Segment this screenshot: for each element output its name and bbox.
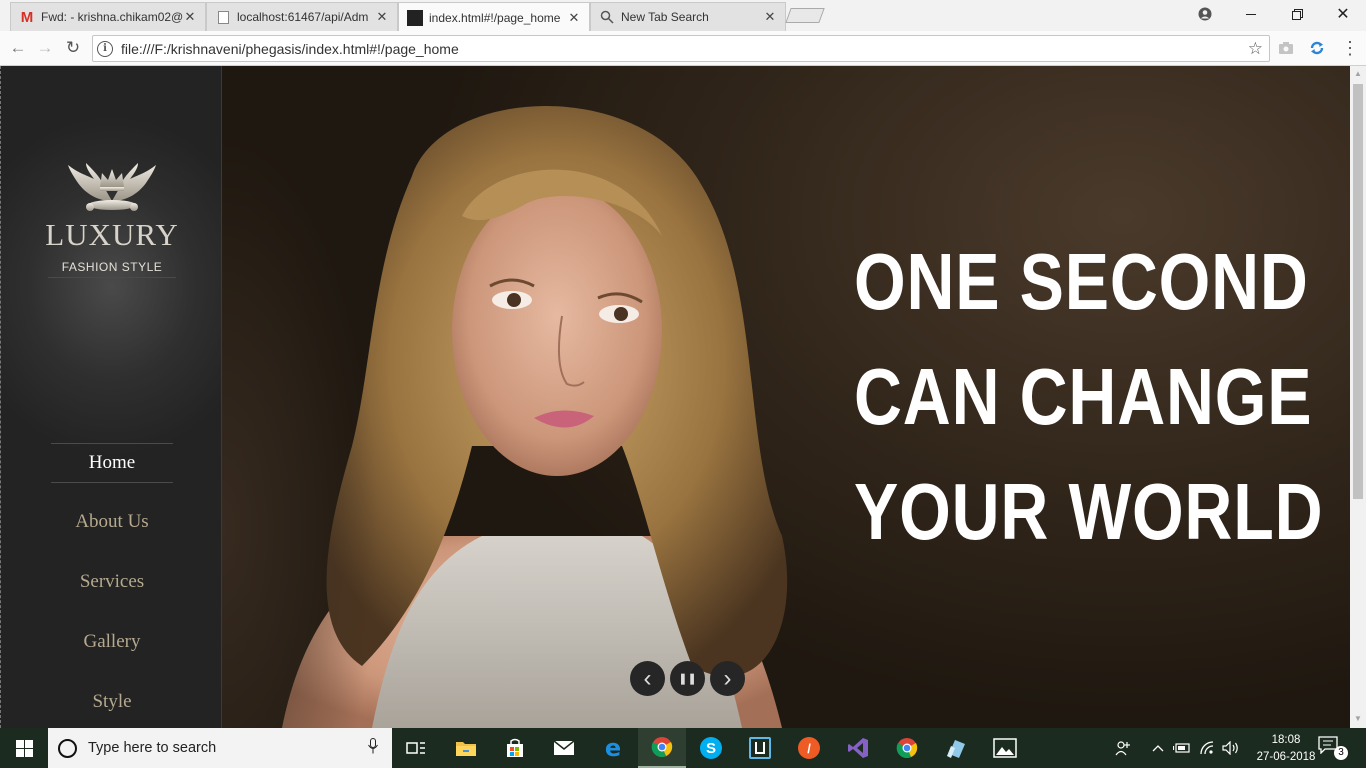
browser-tab-strip: M Fwd: - krishna.chikam02@ ✕ localhost:6…: [0, 0, 1366, 32]
page-icon: [215, 9, 231, 25]
browser-tab-gmail[interactable]: M Fwd: - krishna.chikam02@ ✕: [10, 2, 206, 31]
forward-icon[interactable]: →: [34, 37, 56, 59]
crown-crest-icon: [68, 163, 156, 211]
visual-studio-icon[interactable]: [834, 728, 882, 768]
clock-time: 18:08: [1271, 734, 1301, 746]
main-nav: Home About Us Services Gallery Style: [1, 443, 223, 728]
tab-close-icon[interactable]: ✕: [375, 9, 389, 25]
site-logo[interactable]: LUXURY FASHION STYLE: [1, 161, 223, 278]
nav-item-gallery[interactable]: Gallery: [1, 623, 223, 683]
web-page: LUXURY FASHION STYLE Home About Us Servi…: [0, 66, 1366, 728]
tab-close-icon[interactable]: ✕: [763, 9, 777, 25]
site-sidebar: LUXURY FASHION STYLE Home About Us Servi…: [0, 66, 222, 728]
people-icon[interactable]: [1110, 728, 1136, 768]
action-center-button[interactable]: 3: [1318, 736, 1348, 760]
tab-title: index.html#!/page_home: [429, 10, 561, 25]
hero-headline: ONE SECOND CAN CHANGE YOUR WORLD: [854, 224, 1350, 569]
windows-taskbar: Type here to search e S / 18:08 27-06-20…: [0, 728, 1366, 768]
hero-headline-line: YOUR WORLD: [854, 467, 1324, 556]
slider-next-button[interactable]: ›: [710, 661, 745, 696]
bookmark-star-icon[interactable]: ☆: [1248, 39, 1263, 59]
info-icon[interactable]: i: [97, 40, 113, 57]
logo-brand: LUXURY: [45, 217, 179, 252]
remote-desktop-icon[interactable]: [736, 728, 784, 768]
browser-tab-new-tab-search[interactable]: New Tab Search ✕: [590, 2, 786, 31]
windows-logo-icon: [15, 739, 33, 757]
slider-controls: ‹ ❚❚ ›: [630, 661, 745, 696]
scroll-up-arrow-icon[interactable]: ▲: [1353, 69, 1363, 79]
new-tab-button[interactable]: [785, 8, 825, 23]
slider-pause-button[interactable]: ❚❚: [670, 661, 705, 696]
hero-headline-line: ONE SECOND: [854, 237, 1309, 326]
battery-icon[interactable]: [1171, 728, 1193, 768]
microphone-icon[interactable]: [368, 738, 378, 758]
hero-headline-line: CAN CHANGE: [854, 352, 1313, 441]
tab-title: localhost:61467/api/Adm: [237, 10, 369, 24]
page-scrollbar[interactable]: ▲ ▼: [1350, 66, 1366, 728]
chrome-icon[interactable]: [638, 728, 686, 768]
address-url[interactable]: file:///F:/krishnaveni/phegasis/index.ht…: [121, 41, 459, 57]
nav-item-style[interactable]: Style: [1, 683, 223, 728]
wifi-icon[interactable]: [1196, 728, 1218, 768]
browser-toolbar: ← → ↻ i file:///F:/krishnaveni/phegasis/…: [0, 31, 1366, 66]
browser-tab-index[interactable]: index.html#!/page_home ✕: [398, 2, 590, 32]
edge-icon[interactable]: e: [589, 728, 637, 768]
clock-date: 27-06-2018: [1256, 751, 1316, 763]
close-window-icon[interactable]: ✕: [1320, 0, 1366, 28]
nav-item-about-us[interactable]: About Us: [1, 503, 223, 563]
scroll-thumb[interactable]: [1353, 84, 1363, 499]
luxury-favicon: [407, 9, 423, 26]
browser-tab-localhost[interactable]: localhost:61467/api/Adm ✕: [206, 2, 398, 31]
nav-item-label: Home: [51, 443, 173, 483]
postman-icon[interactable]: /: [785, 728, 833, 768]
sync-extension-icon[interactable]: [1307, 38, 1327, 58]
scroll-down-arrow-icon[interactable]: ▼: [1353, 714, 1363, 724]
task-view-icon[interactable]: [392, 728, 440, 768]
reload-icon[interactable]: ↻: [62, 37, 84, 59]
mail-icon[interactable]: [540, 728, 588, 768]
skype-icon[interactable]: S: [687, 728, 735, 768]
taskbar-clock[interactable]: 18:08 27-06-2018: [1250, 732, 1322, 766]
chrome-menu-icon[interactable]: ⋮: [1340, 38, 1360, 58]
nav-item-home[interactable]: Home: [1, 443, 223, 503]
notification-count-badge: 3: [1334, 746, 1348, 760]
hero-portrait-image: [222, 66, 788, 728]
taskbar-search-placeholder: Type here to search: [88, 740, 217, 756]
nav-item-services[interactable]: Services: [1, 563, 223, 623]
tab-close-icon[interactable]: ✕: [183, 9, 197, 25]
restore-icon[interactable]: [1274, 0, 1320, 28]
tab-title: Fwd: - krishna.chikam02@: [41, 10, 183, 24]
volume-icon[interactable]: [1220, 728, 1242, 768]
photos-icon[interactable]: [981, 728, 1029, 768]
chrome-icon[interactable]: [883, 728, 931, 768]
cortana-icon: [58, 738, 77, 758]
tab-title: New Tab Search: [621, 10, 709, 24]
gmail-icon: M: [20, 8, 34, 26]
camera-extension-icon[interactable]: [1276, 38, 1296, 58]
start-button[interactable]: [0, 728, 48, 768]
hero-slider: ONE SECOND CAN CHANGE YOUR WORLD ‹ ❚❚ ›: [222, 66, 1350, 728]
profile-icon[interactable]: [1182, 0, 1228, 28]
logo-tagline: FASHION STYLE: [48, 257, 176, 278]
address-bar[interactable]: i file:///F:/krishnaveni/phegasis/index.…: [92, 35, 1270, 62]
slider-prev-button[interactable]: ‹: [630, 661, 665, 696]
search-icon: [599, 9, 615, 25]
taskbar-search-box[interactable]: Type here to search: [48, 728, 392, 768]
notes-app-icon[interactable]: [932, 728, 980, 768]
back-icon[interactable]: ←: [7, 37, 29, 59]
tab-close-icon[interactable]: ✕: [567, 10, 581, 26]
store-icon[interactable]: [491, 728, 539, 768]
tray-chevron-up-icon[interactable]: [1147, 728, 1169, 768]
minimize-icon[interactable]: [1228, 0, 1274, 28]
file-explorer-icon[interactable]: [442, 728, 490, 768]
